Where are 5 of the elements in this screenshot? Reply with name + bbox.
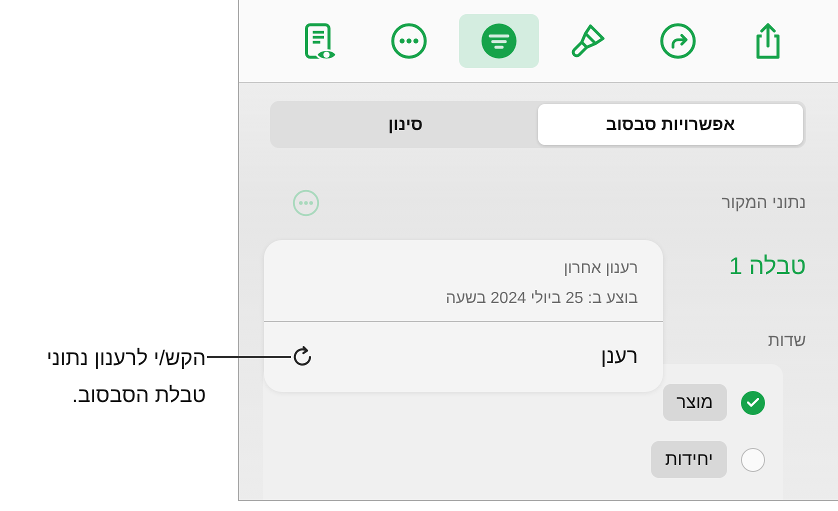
callout-text: הקש/י לרענון נתוני טבלת הסבסוב. <box>46 346 206 409</box>
popover-title: רענון אחרון <box>564 260 638 278</box>
section-label: שדות <box>768 331 806 351</box>
popover-subtitle: בוצע ב: 25 ביולי 2024 בשעה <box>446 290 638 308</box>
section-label: נתוני המקור <box>722 193 806 213</box>
